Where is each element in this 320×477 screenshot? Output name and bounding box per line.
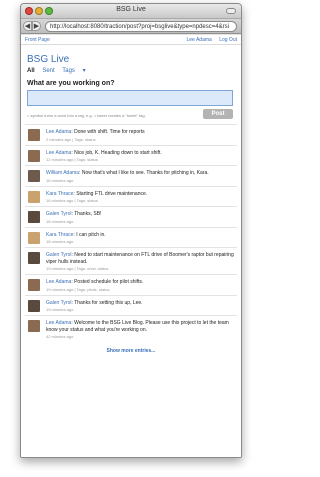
entry-message: Lee Adama: Posted schedule for pilot shi… <box>46 279 235 286</box>
entry-text: Thanks, SB! <box>74 211 102 217</box>
browser-toolbar: ◀ ▶ http://localhost:8080/traction/post?… <box>21 19 241 34</box>
entry-message: Galen Tyrol: Thanks, SB! <box>46 211 235 218</box>
tab-all[interactable]: All <box>27 68 35 74</box>
logout-link[interactable]: Log Out <box>219 37 237 43</box>
entry-author-link[interactable]: Lee Adama <box>46 150 71 156</box>
chevron-down-icon: ▾ <box>82 68 86 74</box>
tab-tags-label: Tags <box>62 68 75 74</box>
avatar[interactable] <box>28 190 40 203</box>
entry-meta: 18 minutes ago | Tags: status <box>46 198 98 203</box>
list-item: William Adama: Now that's what I like to… <box>25 165 237 186</box>
entry-message: Kara Thrace: Starting FTL drive maintena… <box>46 191 235 198</box>
status-input[interactable] <box>27 90 233 106</box>
avatar[interactable] <box>28 252 40 264</box>
entry-author-link[interactable]: Galen Tyrol <box>46 300 71 306</box>
entry-text: Need to start maintenance on FTL drive o… <box>46 252 234 265</box>
avatar[interactable] <box>28 299 40 312</box>
entry-text: I can pitch in. <box>76 231 106 238</box>
avatar[interactable] <box>28 231 40 244</box>
entry-message: William Adama: Now that's what I like to… <box>46 170 235 177</box>
entry-author-link[interactable]: Kara Thrace <box>46 232 73 238</box>
entry-author-link[interactable]: Lee Adama <box>46 320 71 326</box>
entry-text: Starting FTL drive maintenance. <box>76 190 148 197</box>
entry-meta: 12 minutes ago | Tags: status <box>46 157 98 162</box>
show-more-link[interactable]: Show more entries... <box>25 348 237 354</box>
entry-message: Galen Tyrol: Thanks for setting this up,… <box>46 300 235 307</box>
entry-feed: Lee Adama: Done with shift. Time for rep… <box>25 124 237 342</box>
page-title: BSG Live <box>27 54 70 65</box>
avatar[interactable] <box>28 279 40 291</box>
entry-meta: 19 minutes ago | Tags: crew, status <box>46 266 109 271</box>
tag-hint: = symbol turns a word into a tag, e.g. =… <box>27 113 146 118</box>
entry-text: Nice job, K. Heading down to start shift… <box>74 149 162 156</box>
entry-meta: 2 minutes ago | Tags: status <box>46 136 96 142</box>
entry-message: Galen Tyrol: Need to start maintenance o… <box>46 252 235 265</box>
avatar[interactable] <box>28 320 40 332</box>
address-bar[interactable]: http://localhost:8080/traction/post?proj… <box>45 21 237 32</box>
avatar[interactable] <box>28 149 40 162</box>
web-page: Front Page Lee Adama Log Out BSG Live Al… <box>21 35 241 457</box>
status-prompt: What are you working on? <box>27 80 115 87</box>
forward-icon[interactable]: ▶ <box>32 21 41 31</box>
user-link[interactable]: Lee Adama <box>187 37 212 43</box>
list-item: Lee Adama: Done with shift. Time for rep… <box>25 124 237 145</box>
entry-meta: 18 minutes ago <box>46 218 74 224</box>
main-panel: BSG Live All Sent Tags ▾ What are you wo… <box>25 49 237 457</box>
entry-text: Done with shift. Time for reports <box>74 129 145 135</box>
entry-message: Lee Adama: Done with shift. Time for rep… <box>46 129 235 136</box>
entry-text: Thanks for setting this up, Lee. <box>74 299 143 306</box>
entry-meta: 42 minutes ago <box>46 334 74 339</box>
entry-author-link[interactable]: Galen Tyrol <box>46 211 71 217</box>
back-icon[interactable]: ◀ <box>23 21 32 31</box>
window-title: BSG Live <box>116 6 146 13</box>
entry-text: Welcome to the BSG Live Blog. Please use… <box>46 320 229 333</box>
hint-row: = symbol turns a word into a tag, e.g. =… <box>25 109 237 121</box>
entry-text: Now that's what I like to see. Thanks fo… <box>81 170 209 176</box>
entry-meta: 16 minutes ago <box>46 177 74 183</box>
list-item: Lee Adama: Nice job, K. Heading down to … <box>25 144 237 166</box>
post-button[interactable]: Post <box>203 109 233 119</box>
avatar[interactable] <box>28 211 40 223</box>
entry-message: Kara Thrace: I can pitch in. <box>46 232 235 239</box>
list-item: Galen Tyrol: Need to start maintenance o… <box>25 247 237 274</box>
entry-message: Lee Adama: Nice job, K. Heading down to … <box>46 150 235 157</box>
top-nav: Front Page Lee Adama Log Out <box>21 35 241 45</box>
entry-message: Lee Adama: Welcome to the BSG Live Blog.… <box>46 320 235 333</box>
entry-text: Posted schedule for pilot shifts. <box>74 279 144 285</box>
entry-meta: 18 minutes ago <box>46 239 74 244</box>
list-item: Kara Thrace: I can pitch in. 18 minutes a… <box>25 226 237 248</box>
list-item: Galen Tyrol: Thanks, SB! 18 minutes ago <box>25 206 237 227</box>
front-page-link[interactable]: Front Page <box>25 37 50 43</box>
list-item: Lee Adama: Posted schedule for pilot shi… <box>25 274 237 295</box>
entry-author-link[interactable]: Kara Thrace <box>46 191 73 197</box>
filter-tabs: All Sent Tags ▾ <box>27 67 237 74</box>
tab-sent[interactable]: Sent <box>42 68 54 74</box>
list-item: Lee Adama: Welcome to the BSG Live Blog.… <box>25 315 237 342</box>
avatar[interactable] <box>28 170 40 182</box>
entry-author-link[interactable]: Lee Adama <box>46 279 71 285</box>
entry-author-link[interactable]: Galen Tyrol <box>46 252 71 258</box>
avatar[interactable] <box>28 129 40 141</box>
entry-author-link[interactable]: William Adama <box>46 170 79 176</box>
entry-meta: 19 minutes ago <box>46 307 74 312</box>
toolbar-toggle-button[interactable] <box>226 8 236 14</box>
browser-window: BSG Live ◀ ▶ http://localhost:8080/tract… <box>20 3 242 458</box>
list-item: Galen Tyrol: Thanks for setting this up,… <box>25 294 237 316</box>
title-bar: BSG Live <box>21 4 241 19</box>
tab-tags[interactable]: Tags ▾ <box>62 68 91 74</box>
list-item: Kara Thrace: Starting FTL drive maintena… <box>25 185 237 207</box>
entry-meta: 19 minutes ago | Tags: pilots, status <box>46 286 110 292</box>
entry-author-link[interactable]: Lee Adama <box>46 129 71 135</box>
